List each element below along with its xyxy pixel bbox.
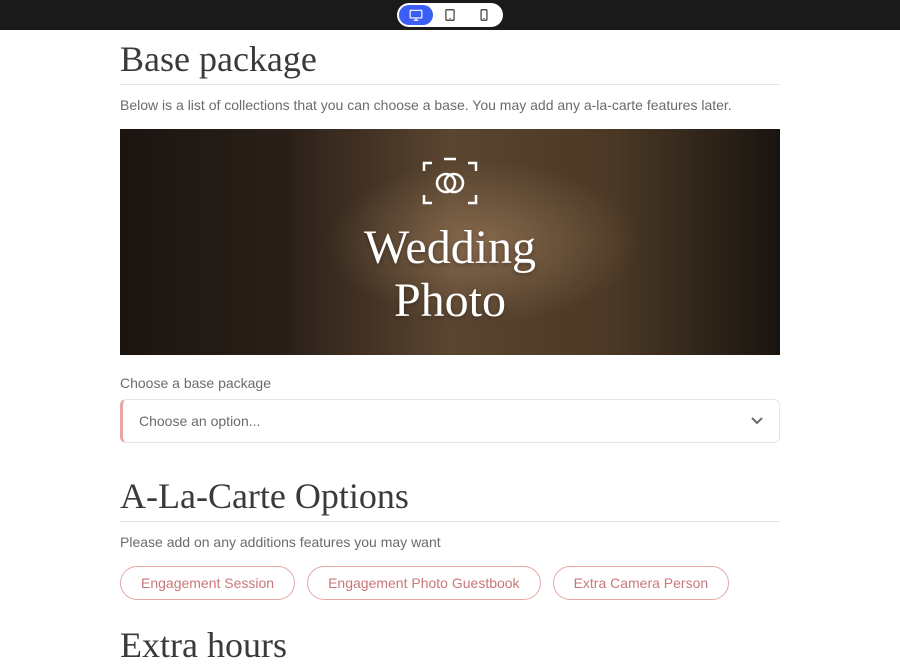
device-desktop-button[interactable] [399, 5, 433, 25]
hero-text: Wedding Photo [364, 222, 536, 328]
alacarte-option-engagement-session[interactable]: Engagement Session [120, 566, 295, 600]
extra-hours-section: Extra hours [120, 624, 780, 666]
top-bar [0, 0, 900, 30]
divider [120, 521, 780, 522]
base-package-title: Base package [120, 38, 780, 80]
hero-image: Wedding Photo [120, 129, 780, 355]
hero-line2: Photo [364, 275, 536, 328]
alacarte-options: Engagement Session Engagement Photo Gues… [120, 566, 780, 600]
base-package-select[interactable]: Choose an option... [120, 399, 780, 443]
hero-line1: Wedding [364, 222, 536, 275]
base-package-section: Base package Below is a list of collecti… [120, 38, 780, 443]
mobile-icon [476, 8, 492, 22]
device-mobile-button[interactable] [467, 5, 501, 25]
desktop-icon [408, 8, 424, 22]
device-switcher [397, 3, 503, 27]
alacarte-title: A-La-Carte Options [120, 475, 780, 517]
main-content: Base package Below is a list of collecti… [0, 30, 900, 666]
base-package-description: Below is a list of collections that you … [120, 97, 780, 113]
chevron-down-icon [751, 412, 763, 430]
extra-hours-title: Extra hours [120, 624, 780, 666]
alacarte-section: A-La-Carte Options Please add on any add… [120, 475, 780, 600]
alacarte-description: Please add on any additions features you… [120, 534, 780, 550]
alacarte-option-engagement-photo-guestbook[interactable]: Engagement Photo Guestbook [307, 566, 540, 600]
select-placeholder: Choose an option... [139, 413, 260, 429]
device-tablet-button[interactable] [433, 5, 467, 25]
tablet-icon [442, 8, 458, 22]
select-label: Choose a base package [120, 375, 780, 391]
divider [120, 84, 780, 85]
alacarte-option-extra-camera-person[interactable]: Extra Camera Person [553, 566, 730, 600]
camera-icon [418, 157, 482, 214]
